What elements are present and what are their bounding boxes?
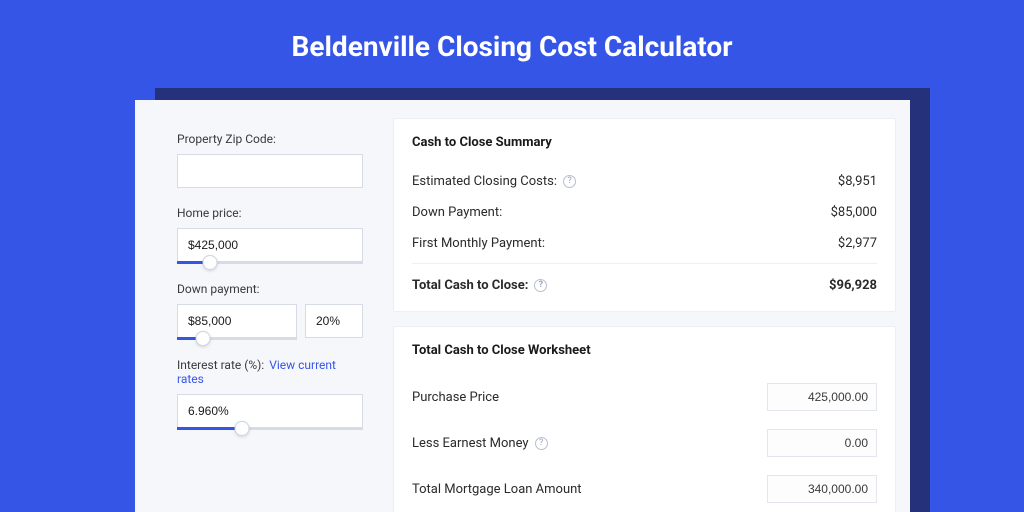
- worksheet-row-label: Purchase Price: [412, 390, 499, 405]
- home-price-field: Home price:: [177, 206, 363, 264]
- help-icon[interactable]: ?: [534, 279, 547, 292]
- earnest-money-input[interactable]: [767, 429, 877, 457]
- summary-row-value: $2,977: [838, 236, 877, 251]
- summary-row-label: Estimated Closing Costs:: [412, 174, 557, 189]
- worksheet-row: Less Earnest Money ?: [412, 420, 877, 466]
- interest-rate-slider-fill: [177, 427, 242, 430]
- interest-rate-label: Interest rate (%):: [177, 358, 264, 372]
- help-icon[interactable]: ?: [535, 437, 548, 450]
- home-price-slider[interactable]: [177, 261, 363, 264]
- summary-total-value: $96,928: [829, 278, 877, 293]
- home-price-slider-thumb[interactable]: [203, 255, 218, 270]
- purchase-price-input[interactable]: [767, 383, 877, 411]
- worksheet-row-label: Less Earnest Money: [412, 436, 529, 451]
- help-icon[interactable]: ?: [563, 175, 576, 188]
- inputs-panel: Property Zip Code: Home price: Down paym…: [135, 100, 385, 512]
- page-title: Beldenville Closing Cost Calculator: [0, 30, 1024, 63]
- zip-field: Property Zip Code:: [177, 132, 363, 188]
- interest-rate-slider[interactable]: [177, 427, 363, 430]
- interest-rate-slider-thumb[interactable]: [235, 421, 250, 436]
- down-payment-slider[interactable]: [177, 337, 297, 340]
- summary-total-label: Total Cash to Close:: [412, 278, 528, 293]
- down-payment-slider-thumb[interactable]: [196, 331, 211, 346]
- summary-row-label: First Monthly Payment:: [412, 236, 545, 251]
- down-payment-label: Down payment:: [177, 282, 363, 296]
- worksheet-panel: Total Cash to Close Worksheet Purchase P…: [393, 326, 896, 512]
- summary-panel: Cash to Close Summary Estimated Closing …: [393, 118, 896, 312]
- summary-row: Down Payment: $85,000: [412, 197, 877, 228]
- zip-input[interactable]: [177, 154, 363, 188]
- summary-row: Estimated Closing Costs: ? $8,951: [412, 166, 877, 197]
- down-payment-field: Down payment:: [177, 282, 363, 340]
- summary-total-row: Total Cash to Close: ? $96,928: [412, 263, 877, 301]
- home-price-label: Home price:: [177, 206, 363, 220]
- summary-row-label: Down Payment:: [412, 205, 502, 220]
- summary-row: First Monthly Payment: $2,977: [412, 228, 877, 259]
- results-panel: Cash to Close Summary Estimated Closing …: [385, 100, 910, 512]
- zip-label: Property Zip Code:: [177, 132, 363, 146]
- interest-rate-field: Interest rate (%): View current rates: [177, 358, 363, 430]
- worksheet-row: Purchase Price: [412, 374, 877, 420]
- summary-row-value: $85,000: [831, 205, 877, 220]
- worksheet-row-label: Total Mortgage Loan Amount: [412, 482, 582, 497]
- worksheet-row: Total Mortgage Loan Amount: [412, 466, 877, 512]
- down-payment-pct-input[interactable]: [305, 304, 363, 338]
- down-payment-input[interactable]: [177, 304, 297, 338]
- summary-title: Cash to Close Summary: [412, 135, 877, 150]
- interest-rate-input[interactable]: [177, 394, 363, 428]
- mortgage-loan-input[interactable]: [767, 475, 877, 503]
- worksheet-title: Total Cash to Close Worksheet: [412, 343, 877, 358]
- summary-row-value: $8,951: [838, 174, 877, 189]
- calculator-card: Property Zip Code: Home price: Down paym…: [135, 100, 910, 512]
